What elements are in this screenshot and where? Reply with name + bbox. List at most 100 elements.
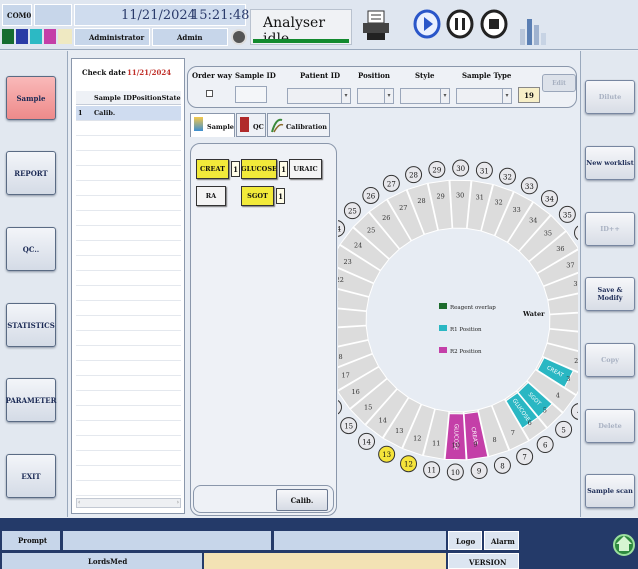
test-sgot-button[interactable]: SGOT bbox=[241, 186, 274, 206]
outer-position-number: 12 bbox=[404, 461, 413, 469]
inner-position-number: 31 bbox=[476, 193, 484, 201]
home-icon[interactable] bbox=[612, 531, 636, 557]
pause-icon[interactable] bbox=[446, 9, 474, 39]
message-bar bbox=[204, 553, 446, 569]
save-modify-button[interactable]: Save & Modify bbox=[585, 277, 635, 311]
position-label: Position bbox=[358, 71, 390, 80]
user-name-cell: Admin bbox=[152, 28, 228, 46]
inner-position-number: 34 bbox=[529, 217, 537, 225]
inner-position-number: 36 bbox=[556, 245, 564, 253]
check-date-value[interactable]: 11/21/2024 bbox=[127, 68, 171, 77]
delete-button[interactable]: Delete bbox=[585, 409, 635, 443]
order-way-checkbox[interactable] bbox=[206, 90, 213, 97]
test-glucose-button[interactable]: GLUCOSE bbox=[241, 159, 277, 179]
inner-position-number: 16 bbox=[351, 388, 359, 396]
com-port-label: COM0 bbox=[7, 11, 32, 20]
style-label: Style bbox=[415, 71, 435, 80]
outer-position-circle[interactable] bbox=[338, 399, 342, 415]
prompt-extra-cell bbox=[274, 531, 446, 550]
outer-position-number: 24 bbox=[338, 226, 342, 234]
inner-position-number: 15 bbox=[364, 403, 372, 411]
inner-position-number: 21 bbox=[338, 295, 339, 303]
inner-position-number: 27 bbox=[399, 204, 407, 212]
test-glucose-count: 1 bbox=[279, 161, 288, 177]
inner-position-number: 37 bbox=[566, 262, 574, 270]
worklist-row[interactable]: 1 Calib. bbox=[76, 106, 181, 121]
inner-position-number: 18 bbox=[338, 353, 343, 361]
left-menu-panel bbox=[0, 51, 68, 517]
sample-scan-button[interactable]: Sample scan bbox=[585, 474, 635, 508]
scroll-left-icon[interactable]: ‹ bbox=[78, 499, 80, 506]
reagent-carousel: GLUCOSECREATGLUCOSESGOTCREAT123456789101… bbox=[338, 159, 578, 481]
play-icon[interactable] bbox=[413, 9, 441, 39]
prompt-cell: Prompt bbox=[2, 531, 60, 550]
calib-button[interactable]: Calib. bbox=[276, 489, 328, 511]
legend-label: R1 Position bbox=[450, 327, 482, 333]
top-bar: COM0 11/21/2024 15:21:48 Administrator A… bbox=[0, 0, 638, 50]
menu-sample-button[interactable]: Sample bbox=[6, 76, 56, 120]
status-square-cyan bbox=[30, 29, 42, 44]
tab-sample-label: Sample bbox=[207, 123, 234, 131]
inner-position-number: 33 bbox=[513, 206, 521, 214]
alarm-button[interactable]: Alarm bbox=[484, 531, 519, 550]
patient-id-select[interactable]: ▾ bbox=[287, 88, 351, 104]
logo-label: Logo bbox=[456, 537, 476, 546]
chevron-down-icon[interactable]: ▾ bbox=[384, 89, 393, 103]
worklist-empty-rows bbox=[76, 121, 181, 496]
date-text: 11/21/2024 bbox=[121, 8, 196, 23]
menu-qc-button[interactable]: QC.. bbox=[6, 227, 56, 271]
menu-parameter-button[interactable]: PARAMETER bbox=[6, 378, 56, 422]
outer-position-number: 27 bbox=[387, 180, 396, 188]
legend-swatch bbox=[439, 325, 447, 331]
copy-button[interactable]: Copy bbox=[585, 343, 635, 377]
style-select[interactable]: ▾ bbox=[400, 88, 450, 104]
inner-position-number: 13 bbox=[395, 427, 403, 435]
chevron-down-icon[interactable]: ▾ bbox=[502, 89, 511, 103]
position-select[interactable]: ▾ bbox=[357, 88, 394, 104]
worklist-row-num: 1 bbox=[78, 109, 83, 117]
menu-report-button[interactable]: REPORT bbox=[6, 151, 56, 195]
chevron-down-icon[interactable]: ▾ bbox=[440, 89, 449, 103]
inner-position-number: 26 bbox=[382, 214, 390, 222]
tab-sample[interactable]: Sample bbox=[190, 113, 235, 137]
tab-calibration[interactable]: Calibration bbox=[267, 113, 330, 137]
tab-qc[interactable]: QC bbox=[236, 113, 266, 137]
outer-position-number: 5 bbox=[561, 426, 565, 434]
stop-icon[interactable] bbox=[480, 9, 508, 39]
menu-statistics-button[interactable]: STATISTICS bbox=[6, 303, 56, 347]
sample-id-input[interactable] bbox=[235, 86, 267, 103]
sample-type-select[interactable]: ▾ bbox=[456, 88, 512, 104]
statistics-chart-icon[interactable] bbox=[518, 11, 548, 47]
top-cell bbox=[34, 4, 72, 26]
inner-position-number: 11 bbox=[432, 440, 440, 448]
tab-calibration-label: Calibration bbox=[286, 123, 328, 131]
inner-position-number: 4 bbox=[556, 392, 560, 400]
printer-icon[interactable] bbox=[361, 10, 391, 42]
sample-type-label: Sample Type bbox=[462, 71, 512, 80]
prompt-label: Prompt bbox=[18, 536, 48, 545]
check-date-label: Check date bbox=[82, 68, 126, 77]
inner-position-number: 5 bbox=[543, 406, 547, 414]
inner-position-number: 14 bbox=[379, 416, 387, 424]
chevron-down-icon[interactable]: ▾ bbox=[341, 89, 350, 103]
inner-position-number: 32 bbox=[495, 198, 503, 206]
outer-position-number: 33 bbox=[525, 183, 534, 191]
water-label: Water bbox=[522, 310, 545, 318]
test-uraic-button[interactable]: URAIC bbox=[289, 159, 322, 179]
id-plus-button[interactable]: ID++ bbox=[585, 212, 635, 246]
edit-button[interactable]: Edit bbox=[542, 74, 576, 92]
worklist-scrollbar[interactable]: ‹ › bbox=[76, 498, 181, 508]
logo-button[interactable]: Logo bbox=[448, 531, 482, 550]
worklist-header-text: Sample IDPositionState bbox=[94, 94, 181, 102]
user-name: Admin bbox=[177, 33, 203, 42]
prompt-message-cell bbox=[63, 531, 271, 550]
test-ra-button[interactable]: RA bbox=[196, 186, 226, 206]
lock-icon[interactable] bbox=[231, 29, 247, 45]
test-creat-button[interactable]: CREAT bbox=[196, 159, 229, 179]
new-worklist-button[interactable]: New worklist bbox=[585, 146, 635, 180]
scroll-right-icon[interactable]: › bbox=[177, 499, 179, 506]
status-square-cream bbox=[58, 29, 72, 44]
dilute-button[interactable]: Dilute bbox=[585, 80, 635, 114]
inner-position-number: 2 bbox=[574, 357, 578, 365]
menu-exit-button[interactable]: EXIT bbox=[6, 454, 56, 498]
